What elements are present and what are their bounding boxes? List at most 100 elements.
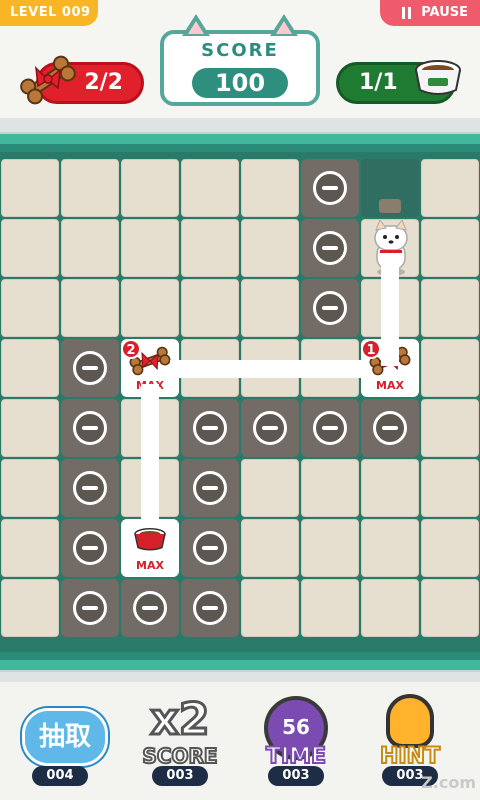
empty-cell[interactable]: [421, 219, 479, 277]
blocked-cell: [301, 399, 359, 457]
empty-cell[interactable]: [1, 339, 59, 397]
no-entry-icon: [193, 411, 227, 445]
empty-cell[interactable]: [421, 579, 479, 637]
empty-cell[interactable]: [1, 519, 59, 577]
bowl-cell[interactable]: MAX: [121, 519, 179, 577]
blocked-cell: [61, 519, 119, 577]
empty-cell[interactable]: [421, 339, 479, 397]
empty-cell[interactable]: [241, 159, 299, 217]
empty-cell[interactable]: [241, 459, 299, 517]
blocked-cell: [301, 219, 359, 277]
top-bar: LEVEL 009 PAUSE 2/2 SCORE 100 1/1: [0, 0, 480, 118]
score-value: 100: [192, 68, 288, 98]
bone-order-badge: 2: [121, 339, 141, 359]
max-label: MAX: [376, 379, 404, 392]
x2-label: x2: [149, 693, 211, 747]
pause-button[interactable]: PAUSE: [380, 0, 480, 26]
empty-cell[interactable]: [241, 279, 299, 337]
game-board: 2MAX1MAXMAX: [0, 152, 480, 652]
no-entry-icon: [73, 411, 107, 445]
dog-house-cell: [361, 159, 419, 217]
empty-cell[interactable]: [361, 459, 419, 517]
empty-cell[interactable]: [1, 399, 59, 457]
blocked-cell: [181, 519, 239, 577]
score-title: SCORE: [201, 40, 279, 61]
blocked-cell: [301, 159, 359, 217]
dog-bowl-icon: [415, 60, 461, 95]
powerup-bar: 抽取 004 x2 SCORE 003 56 TIME 003 HINT 003…: [0, 682, 480, 800]
blocked-cell: [361, 399, 419, 457]
empty-cell[interactable]: [181, 279, 239, 337]
blocked-cell: [121, 579, 179, 637]
empty-cell[interactable]: [181, 219, 239, 277]
empty-cell[interactable]: [241, 519, 299, 577]
time-value: 56: [282, 715, 310, 739]
doghouse-sign: [379, 199, 401, 213]
empty-cell[interactable]: [1, 219, 59, 277]
empty-cell[interactable]: [61, 219, 119, 277]
empty-cell[interactable]: [121, 279, 179, 337]
empty-cell[interactable]: [61, 159, 119, 217]
empty-cell[interactable]: [361, 519, 419, 577]
empty-cell[interactable]: [241, 579, 299, 637]
blocked-cell: [61, 399, 119, 457]
empty-cell[interactable]: [1, 459, 59, 517]
grab-count: 004: [32, 766, 88, 786]
blocked-cell: [181, 459, 239, 517]
empty-cell[interactable]: [241, 219, 299, 277]
no-entry-icon: [73, 591, 107, 625]
watermark: Z.com: [421, 773, 476, 792]
bowl-count: 1/1: [359, 70, 398, 95]
blocked-cell: [181, 579, 239, 637]
empty-cell[interactable]: [421, 159, 479, 217]
empty-cell[interactable]: [421, 399, 479, 457]
board-top-wall: [0, 118, 480, 152]
blocked-cell: [181, 399, 239, 457]
grab-powerup-button[interactable]: 抽取 004: [10, 682, 110, 800]
empty-cell[interactable]: [421, 459, 479, 517]
path-track: [170, 360, 368, 378]
blocked-cell: [61, 339, 119, 397]
no-entry-icon: [253, 411, 287, 445]
double-score-powerup-button[interactable]: x2 SCORE 003: [130, 682, 230, 800]
no-entry-icon: [193, 471, 227, 505]
no-entry-icon: [313, 291, 347, 325]
blocked-cell: [61, 459, 119, 517]
empty-cell[interactable]: [421, 279, 479, 337]
time-count: 003: [268, 766, 324, 786]
no-entry-icon: [73, 351, 107, 385]
bone-order-badge: 1: [361, 339, 381, 359]
score-panel: SCORE 100: [160, 14, 320, 106]
no-entry-icon: [193, 591, 227, 625]
bone-count: 2/2: [84, 70, 123, 95]
dog-bowl-icon: [134, 528, 166, 551]
empty-cell[interactable]: [301, 519, 359, 577]
time-powerup-button[interactable]: 56 TIME 003: [246, 682, 346, 800]
no-entry-icon: [73, 471, 107, 505]
no-entry-icon: [373, 411, 407, 445]
empty-cell[interactable]: [301, 579, 359, 637]
pause-icon: [402, 7, 412, 19]
empty-cell[interactable]: [121, 219, 179, 277]
path-track: [141, 384, 159, 526]
empty-cell[interactable]: [421, 519, 479, 577]
empty-cell[interactable]: [361, 579, 419, 637]
empty-cell[interactable]: [1, 159, 59, 217]
no-entry-icon: [313, 171, 347, 205]
no-entry-icon: [313, 231, 347, 265]
cat-ear-left: [182, 14, 210, 36]
max-label: MAX: [136, 559, 164, 572]
x2-word: SCORE: [141, 743, 218, 769]
empty-cell[interactable]: [1, 279, 59, 337]
empty-cell[interactable]: [61, 279, 119, 337]
path-track: [381, 262, 399, 366]
empty-cell[interactable]: [121, 159, 179, 217]
blocked-cell: [241, 399, 299, 457]
empty-cell[interactable]: [181, 159, 239, 217]
x2-count: 003: [152, 766, 208, 786]
empty-cell[interactable]: [1, 579, 59, 637]
no-entry-icon: [133, 591, 167, 625]
board-bottom-wall: [0, 652, 480, 682]
no-entry-icon: [73, 531, 107, 565]
empty-cell[interactable]: [301, 459, 359, 517]
